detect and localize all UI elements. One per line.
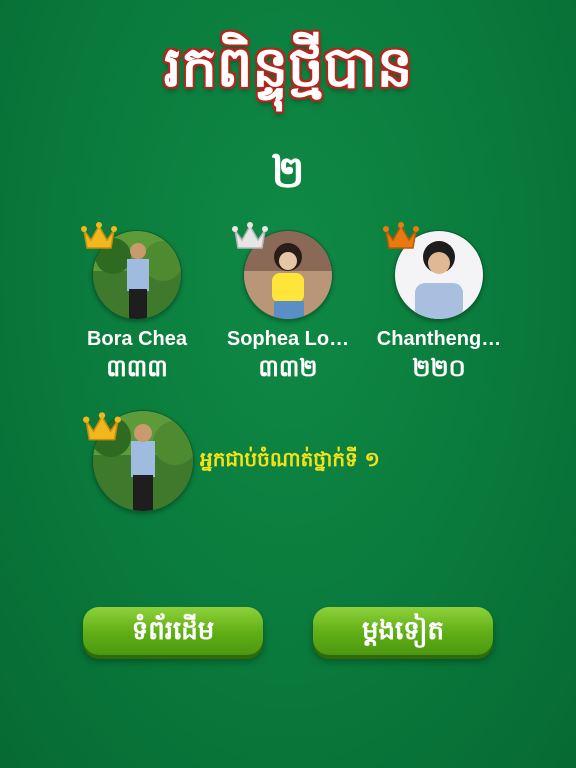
crown-icon	[383, 222, 419, 249]
avatar	[81, 222, 182, 320]
player-score: ២២០	[412, 354, 466, 382]
crown-icon	[81, 222, 117, 249]
player-card: Bora Chea ៣៣៣	[62, 222, 212, 388]
crown-icon	[83, 412, 121, 441]
play-again-button[interactable]: ម្ដងទៀត	[313, 607, 493, 655]
page-title: រកពិន្ទុថ្មីបាន	[163, 34, 413, 100]
winner-avatar	[83, 410, 194, 512]
winner-label: អ្នកជាប់ចំណាត់ថ្នាក់ទី ១	[200, 447, 380, 471]
avatar	[232, 222, 333, 320]
player-card: Sophea Lo… ៣៣២	[213, 222, 363, 388]
player-name: Chantheng…	[376, 328, 502, 350]
avatar	[383, 222, 484, 320]
level-number: ២	[271, 147, 305, 198]
player-card: Chantheng… ២២០	[364, 222, 514, 388]
player-score: ៣៣៣	[106, 354, 168, 382]
crown-icon	[232, 222, 268, 249]
player-name: Sophea Lo…	[226, 328, 350, 350]
player-score: ៣៣២	[258, 354, 318, 382]
player-name: Bora Chea	[86, 328, 188, 350]
home-button[interactable]: ទំព័រដើម	[83, 607, 263, 655]
